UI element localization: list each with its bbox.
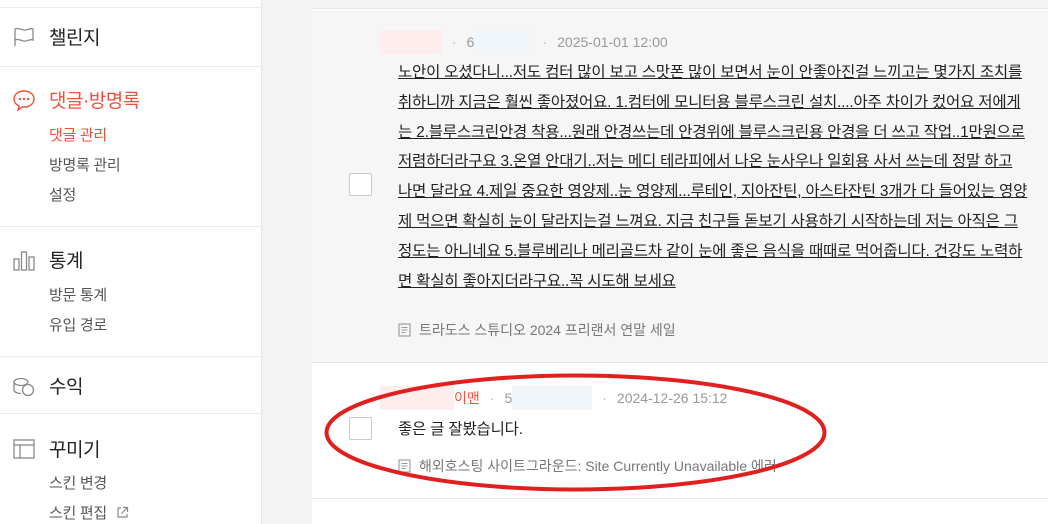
sidebar-item-referrer[interactable]: 유입 경로 — [49, 314, 107, 335]
comment-date: 2025-01-01 12:00 — [557, 34, 668, 50]
sidebar-item-decorate[interactable]: 꾸미기 — [12, 435, 100, 462]
meta-separator: · — [452, 34, 457, 50]
comment-meta: · 6 · 2025-01-01 12:00 — [380, 30, 668, 54]
comment-post-link[interactable]: 해외호스팅 사이트그라운드: Site Currently Unavailabl… — [398, 456, 777, 476]
author-id-prefix: 5 — [504, 390, 513, 406]
comment-post-link[interactable]: 트라도스 스튜디오 2024 프리랜서 연말 세일 — [398, 320, 676, 340]
comment-row: · 6 · 2025-01-01 12:00 노안이 오셨다니...저도 컴터 … — [312, 10, 1048, 363]
external-link-icon — [116, 506, 129, 523]
document-icon — [398, 323, 411, 337]
sidebar-item-stats[interactable]: 통계 — [12, 246, 83, 273]
sidebar-item-skin-edit[interactable]: 스킨 편집 — [49, 502, 129, 523]
sidebar-section-challenge: 챌린지 — [0, 9, 261, 66]
sidebar-item-visit-stats[interactable]: 방문 통계 — [49, 284, 107, 305]
comment-row: 이맨 · 5 · 2024-12-26 15:12 좋은 글 잘봤습니다. 해외… — [312, 364, 1048, 499]
comment-date: 2024-12-26 15:12 — [616, 390, 728, 406]
sidebar-item-skin-change[interactable]: 스킨 변경 — [49, 472, 107, 493]
author-name-redacted — [380, 30, 442, 54]
author-id-redacted — [474, 30, 533, 54]
post-title: 트라도스 스튜디오 2024 프리랜서 연말 세일 — [419, 322, 676, 338]
sidebar-item-challenge[interactable]: 챌린지 — [12, 23, 100, 50]
meta-separator: · — [489, 390, 495, 406]
list-bottom-area — [312, 500, 1048, 524]
speech-bubble-icon — [12, 88, 36, 112]
layout-icon — [12, 437, 36, 461]
sidebar-item-revenue[interactable]: 수익 — [12, 372, 83, 399]
sidebar-section-comments: 댓글·방명록 댓글 관리 방명록 관리 설정 — [0, 66, 261, 226]
sidebar-section-revenue: 수익 — [0, 356, 261, 413]
document-icon — [398, 459, 411, 473]
sidebar: 챌린지 댓글·방명록 댓글 관리 방명록 관리 설정 통계 방문 통계 유입 경… — [0, 0, 262, 524]
author-name-redacted — [380, 386, 454, 410]
comment-meta: 이맨 · 5 · 2024-12-26 15:12 — [380, 386, 727, 410]
author-id-prefix: 6 — [466, 34, 475, 50]
comment-text[interactable]: 노안이 오셨다니...저도 컴터 많이 보고 스맛폰 많이 보면서 눈이 안좋아… — [398, 58, 1030, 296]
sidebar-item-comment-manage[interactable]: 댓글 관리 — [49, 124, 107, 145]
author-id-redacted — [512, 386, 593, 410]
sidebar-section-decorate: 꾸미기 스킨 변경 스킨 편집 — [0, 413, 261, 524]
meta-separator: · — [602, 390, 607, 406]
comment-text[interactable]: 좋은 글 잘봤습니다. — [398, 415, 1030, 445]
author-name-suffix: 이맨 — [454, 390, 480, 406]
sidebar-item-guestbook-manage[interactable]: 방명록 관리 — [49, 154, 121, 175]
comment-select-checkbox[interactable] — [349, 173, 372, 196]
app-window: 챌린지 댓글·방명록 댓글 관리 방명록 관리 설정 통계 방문 통계 유입 경… — [0, 0, 1048, 524]
sidebar-item-settings[interactable]: 설정 — [49, 184, 76, 205]
sidebar-item-comments[interactable]: 댓글·방명록 — [12, 86, 140, 113]
sidebar-section-stats: 통계 방문 통계 유입 경로 — [0, 226, 261, 356]
top-divider — [312, 0, 1048, 9]
post-title: 해외호스팅 사이트그라운드: Site Currently Unavailabl… — [419, 458, 777, 474]
sidebar-item-skin-edit-label: 스킨 편집 — [49, 505, 107, 522]
flag-icon — [12, 25, 36, 49]
coins-icon — [12, 374, 36, 398]
comment-select-checkbox[interactable] — [349, 417, 372, 440]
bar-chart-icon — [12, 248, 36, 272]
comment-list-panel: · 6 · 2025-01-01 12:00 노안이 오셨다니...저도 컴터 … — [312, 0, 1048, 524]
sidebar-top-divider — [0, 0, 261, 8]
meta-separator: · — [542, 34, 548, 50]
